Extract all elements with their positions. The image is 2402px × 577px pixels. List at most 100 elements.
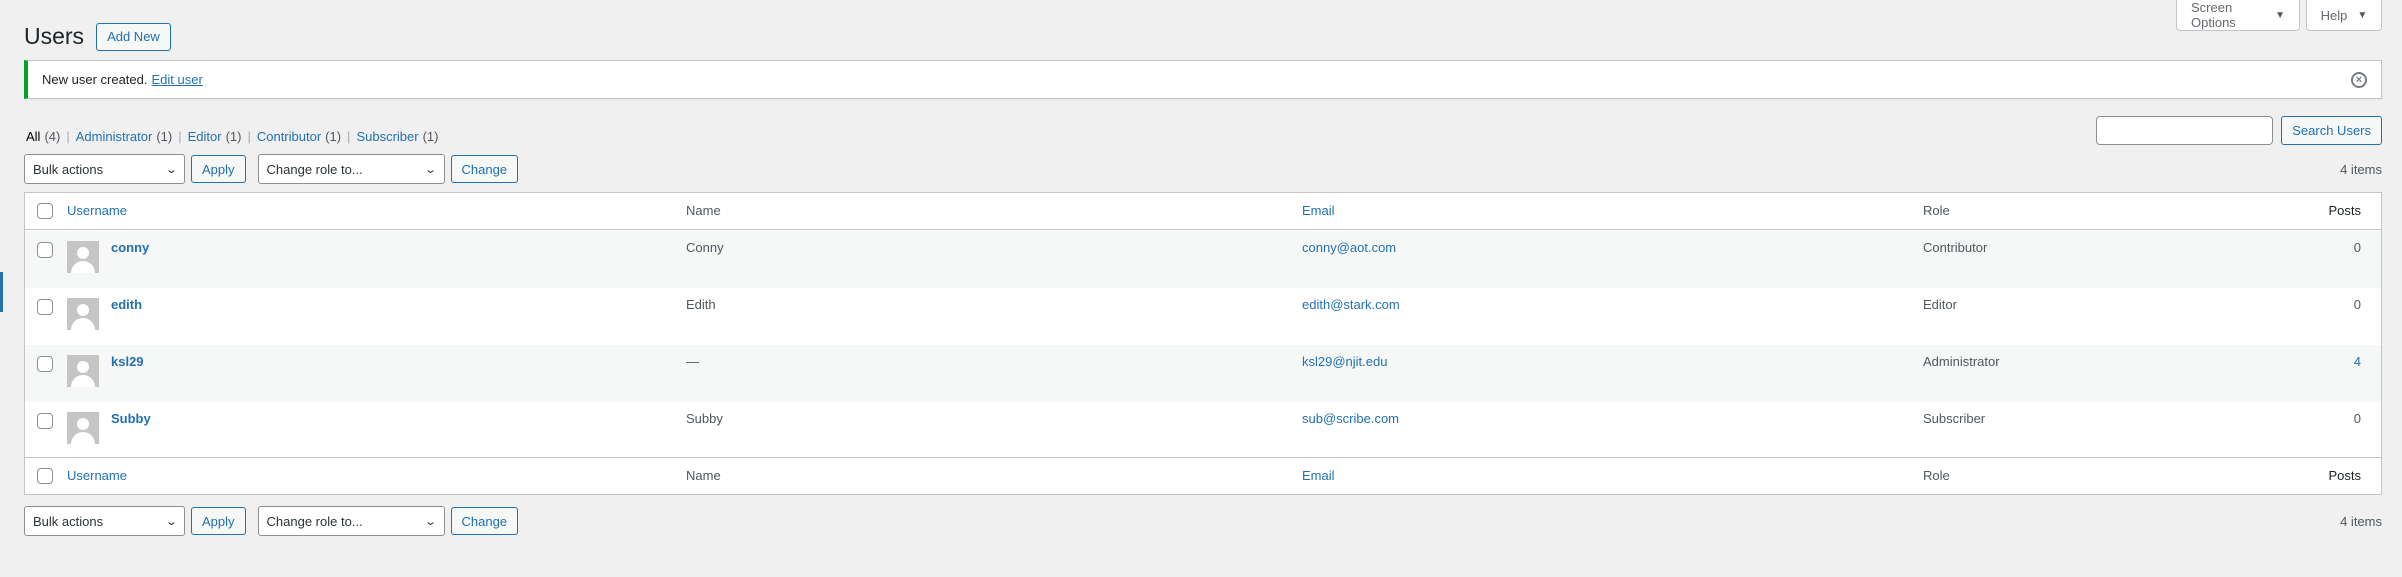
help-label: Help	[2320, 7, 2348, 23]
filter-label: Administrator	[75, 129, 153, 144]
apply-button[interactable]: Apply	[191, 507, 246, 535]
filter-label: Subscriber	[356, 129, 419, 144]
tablenav-bottom: Bulk actions ⌄ Apply Change role to... ⌄…	[24, 506, 2382, 536]
screen-meta-links: Screen Options ▼ Help ▼	[2176, 0, 2382, 31]
email-link[interactable]: conny@aot.com	[1302, 240, 1396, 255]
table-row: Subby Subby sub@scribe.com Subscriber 0	[25, 402, 2381, 459]
name-cell: —	[686, 354, 699, 369]
users-table: Username Name Email Role Posts conny Con…	[24, 192, 2382, 495]
posts-cell: 0	[2353, 411, 2361, 426]
role-cell: Editor	[1923, 297, 1957, 312]
name-cell: Subby	[686, 411, 723, 426]
change-role-value: Change role to...	[266, 513, 363, 529]
email-link[interactable]: edith@stark.com	[1302, 297, 1400, 312]
row-checkbox[interactable]	[37, 356, 53, 372]
filter-count: (1)	[325, 129, 342, 144]
name-header: Name	[686, 203, 721, 218]
posts-link[interactable]: 4	[2354, 354, 2361, 369]
email-link[interactable]: ksl29@njit.edu	[1302, 354, 1387, 369]
help-button[interactable]: Help ▼	[2306, 0, 2382, 31]
bulk-actions-select[interactable]: Bulk actions ⌄	[24, 154, 185, 184]
bulk-actions-value: Bulk actions	[33, 161, 104, 177]
caret-down-icon: ▼	[2275, 9, 2285, 21]
avatar	[67, 241, 99, 273]
change-button[interactable]: Change	[450, 155, 519, 183]
search-users-button[interactable]: Search Users	[2281, 116, 2382, 145]
filter-label: Contributor	[256, 129, 322, 144]
edit-user-link[interactable]: Edit user	[152, 72, 203, 87]
username-link[interactable]: edith	[111, 297, 142, 312]
posts-header: Posts	[2328, 468, 2361, 483]
avatar	[67, 355, 99, 387]
separator: |	[347, 129, 351, 144]
name-cell: Edith	[686, 297, 716, 312]
username-link[interactable]: conny	[111, 240, 149, 255]
success-notice: New user created. Edit user ×	[24, 60, 2382, 99]
page-title: Users	[24, 23, 85, 49]
filter-count: (4)	[44, 129, 61, 144]
change-role-value: Change role to...	[266, 161, 363, 177]
filter-editor[interactable]: Editor (1)	[188, 129, 242, 144]
sort-username-link[interactable]: Username	[67, 203, 127, 218]
posts-cell: 0	[2353, 240, 2361, 255]
chevron-down-icon: ⌄	[164, 515, 178, 528]
items-count: 4 items	[2340, 161, 2382, 177]
row-checkbox[interactable]	[37, 242, 53, 258]
chevron-down-icon: ⌄	[424, 515, 438, 528]
role-filter-links: All (4) | Administrator (1) | Editor (1)…	[26, 129, 438, 144]
left-edge-marker	[0, 272, 3, 312]
sort-email-link[interactable]: Email	[1302, 203, 1335, 218]
email-link[interactable]: sub@scribe.com	[1302, 411, 1399, 426]
row-checkbox[interactable]	[37, 299, 53, 315]
filter-subscriber[interactable]: Subscriber (1)	[356, 129, 438, 144]
bulk-actions-select[interactable]: Bulk actions ⌄	[24, 506, 185, 536]
role-cell: Contributor	[1923, 240, 1988, 255]
filter-count: (1)	[225, 129, 242, 144]
filter-label: All	[26, 129, 41, 144]
separator: |	[178, 129, 182, 144]
add-new-button[interactable]: Add New	[96, 22, 171, 51]
filter-label: Editor	[187, 129, 222, 144]
filter-count: (1)	[156, 129, 173, 144]
caret-down-icon: ▼	[2357, 9, 2368, 21]
sort-email-link[interactable]: Email	[1302, 468, 1335, 483]
separator: |	[247, 129, 251, 144]
posts-cell: 0	[2353, 297, 2361, 312]
select-all-checkbox[interactable]	[37, 203, 53, 219]
page-heading: Users Add New	[24, 22, 171, 51]
table-row: edith Edith edith@stark.com Editor 0	[25, 288, 2381, 345]
bulk-actions-value: Bulk actions	[33, 513, 104, 529]
filter-all[interactable]: All (4)	[26, 129, 60, 144]
table-row: conny Conny conny@aot.com Contributor 0	[25, 231, 2381, 288]
table-header: Username Name Email Role Posts	[25, 193, 2381, 230]
notice-message: New user created.	[42, 72, 148, 87]
username-link[interactable]: Subby	[111, 411, 151, 426]
change-role-select[interactable]: Change role to... ⌄	[257, 506, 445, 536]
filter-count: (1)	[422, 129, 439, 144]
screen-options-button[interactable]: Screen Options ▼	[2176, 0, 2300, 31]
change-role-select[interactable]: Change role to... ⌄	[257, 154, 445, 184]
name-header: Name	[686, 468, 721, 483]
apply-button[interactable]: Apply	[191, 155, 246, 183]
screen-options-label: Screen Options	[2191, 0, 2236, 30]
search-box: Search Users	[2096, 116, 2382, 145]
sort-username-link[interactable]: Username	[67, 468, 127, 483]
avatar	[67, 412, 99, 444]
items-count: 4 items	[2340, 513, 2382, 529]
dismiss-notice-icon[interactable]: ×	[2351, 72, 2367, 88]
select-all-checkbox[interactable]	[37, 468, 53, 484]
username-link[interactable]: ksl29	[111, 354, 144, 369]
role-cell: Subscriber	[1923, 411, 1986, 426]
search-input[interactable]	[2096, 116, 2274, 145]
role-header: Role	[1923, 203, 1950, 218]
change-button[interactable]: Change	[450, 507, 519, 535]
name-cell: Conny	[686, 240, 724, 255]
separator: |	[66, 129, 70, 144]
row-checkbox[interactable]	[37, 413, 53, 429]
table-footer: Username Name Email Role Posts	[25, 457, 2381, 494]
role-cell: Administrator	[1923, 354, 2000, 369]
role-header: Role	[1923, 468, 1950, 483]
filter-administrator[interactable]: Administrator (1)	[76, 129, 172, 144]
table-row: ksl29 — ksl29@njit.edu Administrator 4	[25, 345, 2381, 402]
filter-contributor[interactable]: Contributor (1)	[257, 129, 341, 144]
